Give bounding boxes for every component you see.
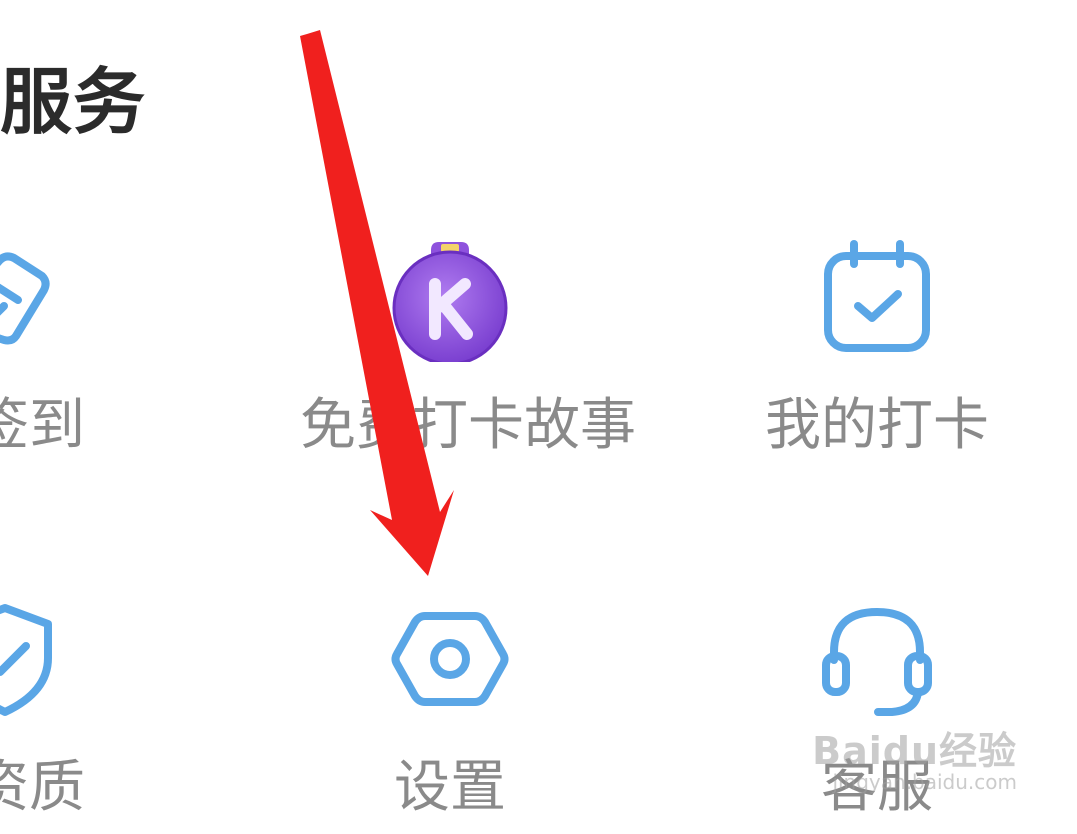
k-medal-icon [385,232,515,362]
tile-label: 签到 [0,393,85,458]
headset-icon [812,594,942,724]
tile-my-checkin[interactable]: 我的打卡 [727,232,1027,472]
tile-label: 我的打卡 [765,393,989,458]
watermark-url: jingyan.baidu.com [832,770,1017,794]
gear-hexagon-icon [385,594,515,724]
shield-check-icon [0,594,70,724]
tile-qualification[interactable]: 业资质 [0,594,155,834]
tile-label: 免费打卡故事 [300,393,636,458]
section-title: 的服务 [0,60,147,144]
calendar-check-icon [812,232,942,362]
watermark: Baidu经验 jingyan.baidu.com [812,732,1017,794]
tile-label: 设置 [394,755,506,820]
pen-square-icon [0,232,70,362]
watermark-brand: Baidu经验 [812,729,1017,773]
tile-free-checkin-story[interactable]: 免费打卡故事 [300,232,636,472]
service-panel: 的服务 签到 [0,0,1077,834]
tile-checkin[interactable]: 签到 [0,232,155,472]
tile-customer-service[interactable]: 客服 [727,594,1027,834]
tile-settings[interactable]: 设置 [300,594,600,834]
tile-label: 业资质 [0,755,85,820]
